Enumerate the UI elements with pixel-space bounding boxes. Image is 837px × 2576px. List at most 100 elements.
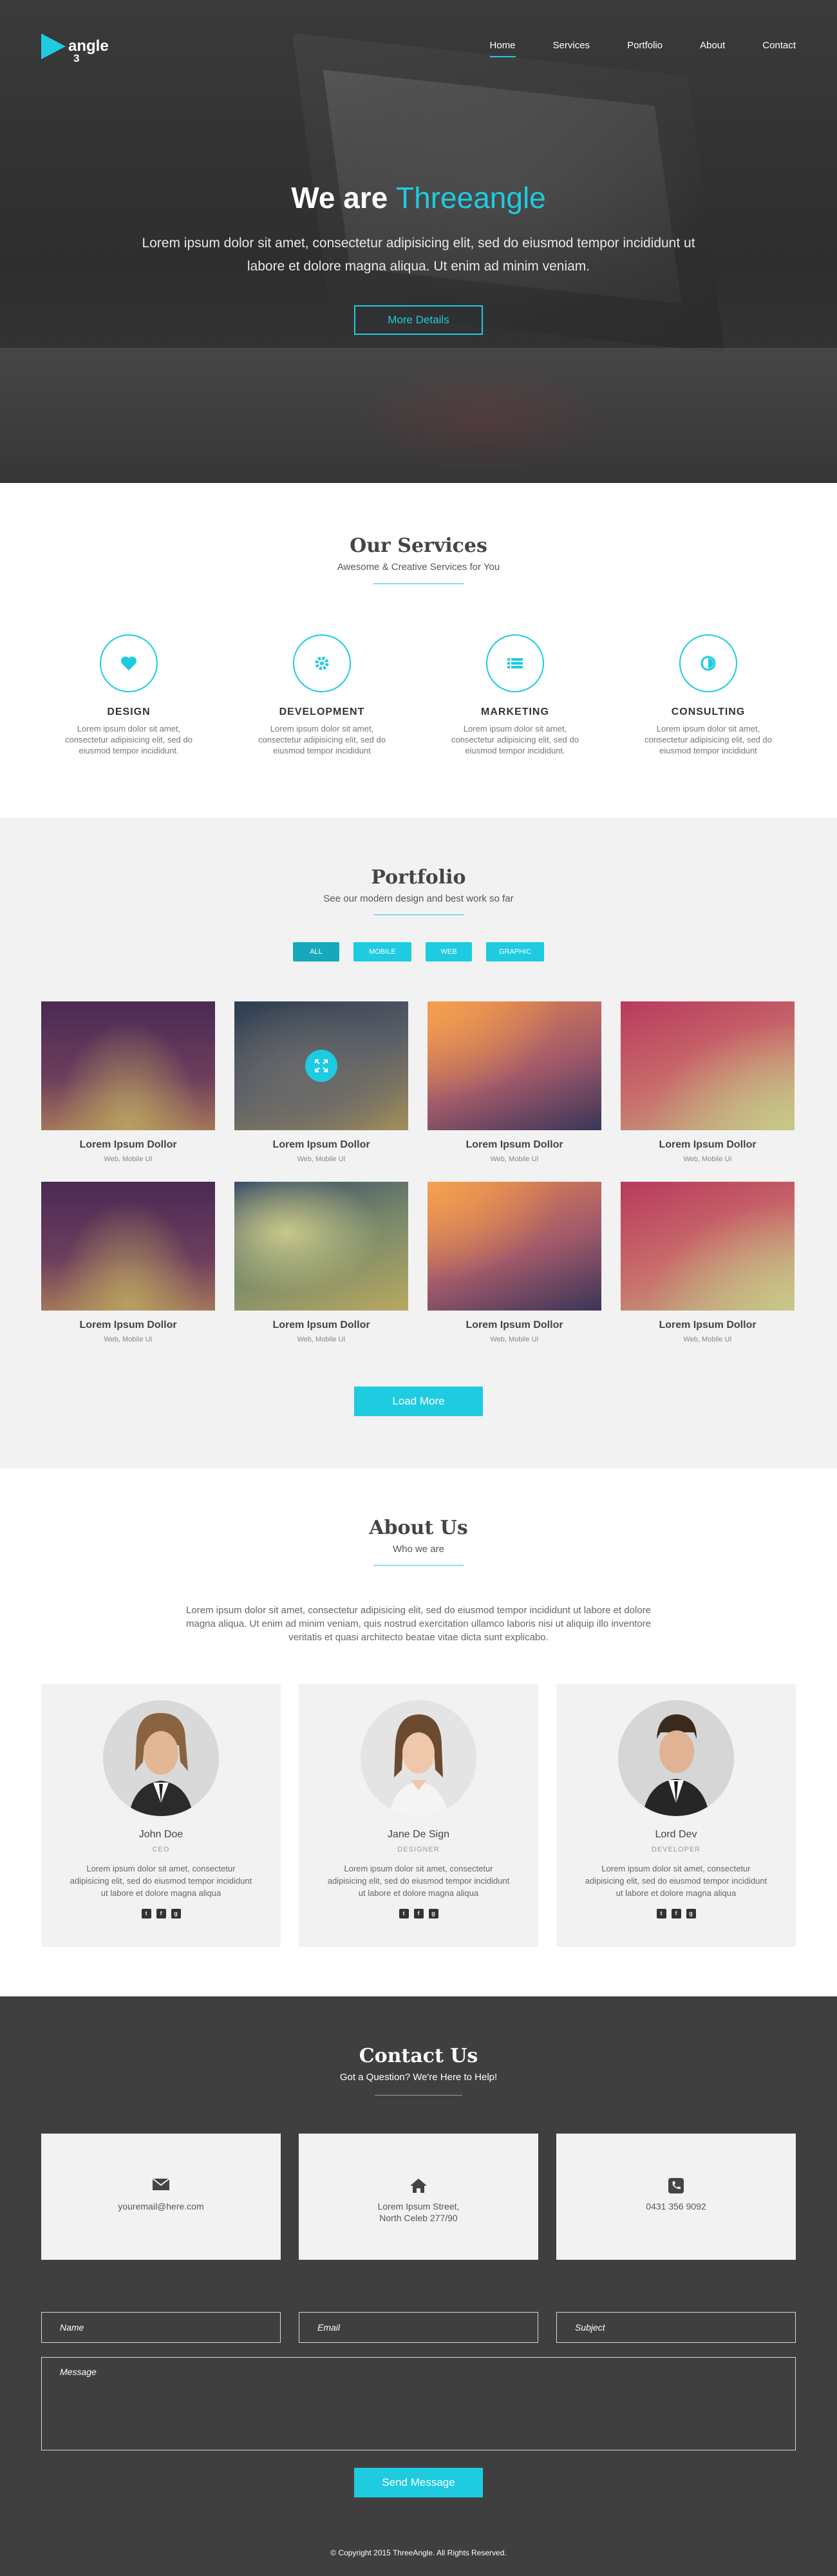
service-title: DEVELOPMENT — [279, 706, 365, 717]
email-field[interactable] — [299, 2312, 538, 2343]
gear-icon — [293, 634, 351, 692]
google-plus-icon[interactable]: g — [686, 1909, 696, 1918]
filter-graphic[interactable]: GRAPHIC — [486, 942, 544, 961]
more-details-button[interactable]: More Details — [354, 305, 483, 335]
contact-card-phone: 0431 356 9092 — [556, 2134, 796, 2260]
service-marketing: MARKETING Lorem ipsum dolor sit amet, co… — [444, 634, 586, 756]
portfolio-item-title: Lorem Ipsum Dollor — [466, 1320, 563, 1331]
portfolio-thumbnail[interactable] — [41, 1001, 215, 1130]
avatar — [103, 1700, 219, 1816]
twitter-icon[interactable]: t — [656, 1909, 666, 1918]
portfolio-item[interactable]: Lorem Ipsum Dollor Web, Mobile UI — [41, 1001, 215, 1163]
portfolio-thumbnail[interactable] — [621, 1001, 795, 1130]
portfolio-item[interactable]: Lorem Ipsum Dollor Web, Mobile UI — [234, 1182, 408, 1343]
team-socials: t f g — [41, 1909, 281, 1918]
contact-divider — [375, 2095, 462, 2096]
portfolio-item-title: Lorem Ipsum Dollor — [79, 1139, 177, 1150]
avatar — [618, 1700, 734, 1816]
portfolio-title: Portfolio — [371, 866, 466, 889]
nav-contact[interactable]: Contact — [762, 40, 796, 51]
team-card: Jane De Sign DESIGNER Lorem ipsum dolor … — [299, 1684, 538, 1947]
portfolio-item-tags: Web, Mobile UI — [683, 1155, 732, 1163]
facebook-icon[interactable]: f — [413, 1909, 424, 1918]
team-name: Lord Dev — [655, 1829, 697, 1840]
heart-icon — [100, 634, 158, 692]
twitter-icon[interactable]: t — [399, 1909, 409, 1918]
contact-phone[interactable]: 0431 356 9092 — [556, 2201, 796, 2212]
portfolio-item[interactable]: Lorem Ipsum Dollor Web, Mobile UI — [621, 1001, 795, 1163]
send-message-button[interactable]: Send Message — [354, 2468, 483, 2497]
hero-section: 3 angle Home Services Portfolio About Co… — [0, 0, 837, 483]
team-card: Lord Dev DEVELOPER Lorem ipsum dolor sit… — [556, 1684, 796, 1947]
team-card: John Doe CEO Lorem ipsum dolor sit amet,… — [41, 1684, 281, 1947]
facebook-icon[interactable]: f — [156, 1909, 166, 1918]
service-design: DESIGN Lorem ipsum dolor sit amet, conse… — [58, 634, 200, 756]
top-nav: 3 angle Home Services Portfolio About Co… — [41, 33, 796, 64]
portfolio-item[interactable]: Lorem Ipsum Dollor Web, Mobile UI — [234, 1001, 408, 1163]
portfolio-divider — [373, 914, 464, 915]
portfolio-thumbnail[interactable] — [234, 1001, 408, 1130]
service-text: Lorem ipsum dolor sit amet, consectetur … — [451, 724, 579, 755]
team-socials: t f g — [556, 1909, 796, 1918]
portfolio-thumbnail[interactable] — [621, 1182, 795, 1311]
portfolio-item-tags: Web, Mobile UI — [104, 1155, 153, 1163]
google-plus-icon[interactable]: g — [171, 1909, 181, 1918]
message-field[interactable] — [41, 2357, 796, 2450]
nav-home[interactable]: Home — [489, 40, 516, 57]
list-icon — [486, 634, 544, 692]
filter-all[interactable]: ALL — [293, 942, 339, 961]
portfolio-thumbnail[interactable] — [428, 1182, 601, 1311]
nav-about[interactable]: About — [700, 40, 725, 51]
portfolio-item-tags: Web, Mobile UI — [104, 1336, 153, 1343]
hero-title-accent: Threeangle — [396, 181, 546, 214]
contrast-icon — [679, 634, 737, 692]
name-field[interactable] — [41, 2312, 281, 2343]
portfolio-thumbnail[interactable] — [234, 1182, 408, 1311]
logo[interactable]: 3 angle — [41, 33, 109, 64]
logo-number: 3 — [73, 52, 80, 64]
service-development: DEVELOPMENT Lorem ipsum dolor sit amet, … — [251, 634, 393, 756]
nav-services[interactable]: Services — [553, 40, 590, 51]
portfolio-item-title: Lorem Ipsum Dollor — [659, 1139, 757, 1150]
hero-background-desk — [0, 348, 837, 483]
nav-portfolio[interactable]: Portfolio — [627, 40, 663, 51]
about-text: Lorem ipsum dolor sit amet, consectetur … — [185, 1605, 652, 1643]
portfolio-item[interactable]: Lorem Ipsum Dollor Web, Mobile UI — [621, 1182, 795, 1343]
filter-web[interactable]: WEB — [426, 942, 472, 961]
home-icon — [299, 2177, 538, 2197]
team-role: DEVELOPER — [651, 1846, 701, 1853]
twitter-icon[interactable]: t — [141, 1909, 151, 1918]
load-more-button[interactable]: Load More — [354, 1387, 483, 1416]
portfolio-item-title: Lorem Ipsum Dollor — [272, 1139, 370, 1150]
google-plus-icon[interactable]: g — [428, 1909, 438, 1918]
filter-mobile[interactable]: MOBILE — [353, 942, 411, 961]
portfolio-item[interactable]: Lorem Ipsum Dollor Web, Mobile UI — [428, 1001, 601, 1163]
copyright: © Copyright 2015 ThreeAngle. All Rights … — [330, 2548, 507, 2557]
hero-title: We are Threeangle — [0, 180, 837, 215]
avatar — [361, 1700, 476, 1816]
service-title: DESIGN — [107, 706, 151, 717]
services-divider — [373, 583, 464, 584]
team-name: John Doe — [138, 1829, 183, 1840]
about-subtitle: Who we are — [392, 1544, 445, 1555]
portfolio-item-title: Lorem Ipsum Dollor — [466, 1139, 563, 1150]
about-divider — [373, 1565, 464, 1566]
logo-triangle-icon: 3 — [41, 33, 79, 64]
portfolio-item[interactable]: Lorem Ipsum Dollor Web, Mobile UI — [41, 1182, 215, 1343]
team-text: Lorem ipsum dolor sit amet, consectetur … — [70, 1864, 252, 1898]
team-role: DESIGNER — [397, 1846, 440, 1853]
about-section: About Us Who we are Lorem ipsum dolor si… — [0, 1468, 837, 1996]
hero-text: Lorem ipsum dolor sit amet, consectetur … — [142, 236, 695, 274]
portfolio-thumbnail[interactable] — [428, 1001, 601, 1130]
facebook-icon[interactable]: f — [671, 1909, 681, 1918]
portfolio-thumbnail[interactable] — [41, 1182, 215, 1311]
main-menu: Home Services Portfolio About Contact — [453, 40, 796, 57]
portfolio-item-tags: Web, Mobile UI — [490, 1155, 539, 1163]
contact-email[interactable]: youremail@here.com — [41, 2201, 281, 2212]
portfolio-item[interactable]: Lorem Ipsum Dollor Web, Mobile UI — [428, 1182, 601, 1343]
expand-icon[interactable] — [305, 1050, 337, 1082]
service-text: Lorem ipsum dolor sit amet, consectetur … — [644, 724, 772, 755]
team-text: Lorem ipsum dolor sit amet, consectetur … — [585, 1864, 767, 1898]
subject-field[interactable] — [556, 2312, 796, 2343]
envelope-icon — [41, 2177, 281, 2197]
